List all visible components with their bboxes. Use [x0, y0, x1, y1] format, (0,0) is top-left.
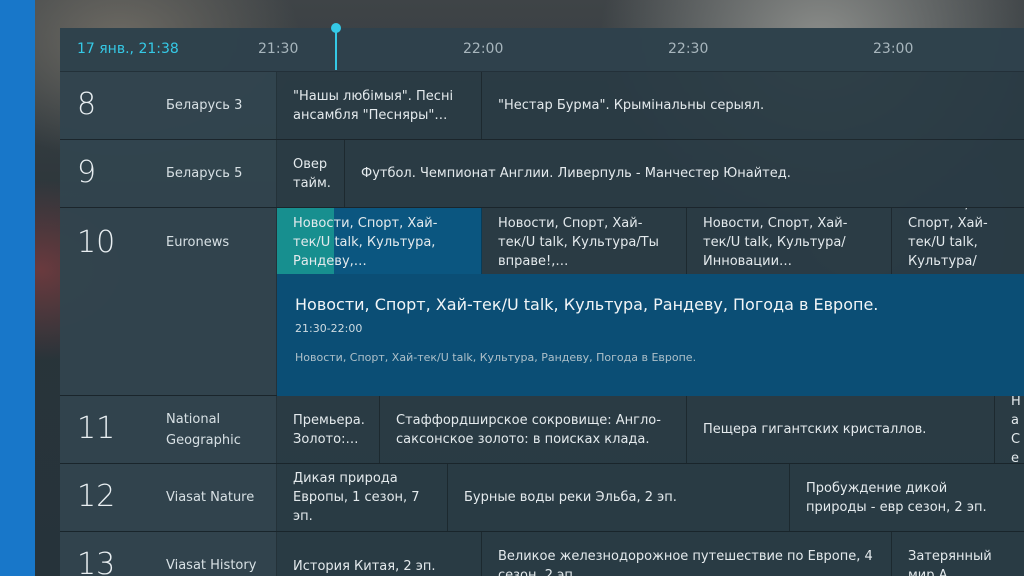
channel-row-8: 8 Беларусь 3 "Нашы любімыя". Песні ансам… — [60, 72, 1024, 140]
channel-number: 13 — [77, 547, 116, 576]
program-title: Дикая природа Европы, 1 сезон, 7 эп. — [293, 471, 420, 524]
channel-info[interactable]: 13 Viasat History — [60, 532, 277, 576]
program-title: Премьера. Золото:… — [293, 412, 365, 447]
program-cell[interactable]: Пробуждение дикой природы - евр сезон, 2… — [790, 464, 1024, 531]
program-title: Пещера гигантских кристаллов. — [703, 422, 927, 437]
channel-name: Viasat Nature — [166, 490, 255, 505]
channel-number: 10 — [77, 225, 116, 260]
program-cell-selected[interactable]: Новости, Спорт, Хай-тек/U talk, Культура… — [277, 208, 482, 276]
program-title: Бурные воды реки Эльба, 2 эп. — [464, 490, 677, 505]
program-cell[interactable]: Стаффордширское сокровище: Англо-саксонс… — [380, 396, 687, 463]
program-title: История Китая, 2 эп. — [293, 558, 436, 574]
program-title: Новости, Спорт, Хай-тек/U talk, Культура… — [498, 215, 659, 269]
program-cell[interactable]: Овер тайм. — [277, 140, 345, 207]
channel-info[interactable]: 11 National Geographic — [60, 396, 277, 463]
time-slot: 23:00 — [873, 41, 914, 57]
program-title: Новости, Спорт, Хай-тек/U talk, Культура… — [293, 215, 438, 269]
program-cell[interactable]: "Нашы любімыя". Песні ансамбля "Песняры"… — [277, 72, 482, 139]
program-cell[interactable]: Новости, Спорт, Хай-тек/U talk, Культура… — [687, 208, 892, 276]
channel-info[interactable]: 9 Беларусь 5 — [60, 140, 277, 207]
program-cell[interactable]: Премьера. Золото:… — [277, 396, 380, 463]
program-cell[interactable]: Дикая природа Европы, 1 сезон, 7 эп. — [277, 464, 448, 531]
channel-name: Беларусь 3 — [166, 98, 243, 113]
timeline-header: 17 янв., 21:38 21:30 22:00 22:30 23:00 — [60, 23, 1024, 72]
detail-description: Новости, Спорт, Хай-тек/U talk, Культура… — [295, 351, 697, 364]
channel-info[interactable]: 10 Euronews — [60, 208, 277, 395]
program-title: Пробуждение дикой природы - евр сезон, 2… — [806, 480, 987, 515]
current-time-indicator — [335, 28, 337, 70]
time-slot: 22:00 — [463, 41, 504, 57]
program-cell[interactable]: На Се — [995, 396, 1024, 463]
channel-number: 11 — [77, 411, 116, 446]
program-title: Овер тайм. — [293, 156, 331, 191]
channel-number: 8 — [77, 87, 97, 122]
program-title: "Нестар Бурма". Крымінальны серыял. — [498, 98, 765, 113]
program-cell[interactable]: Затерянный мир А — [892, 532, 1024, 576]
program-cell[interactable]: История Китая, 2 эп. — [277, 532, 482, 576]
detail-title: Новости, Спорт, Хай-тек/U talk, Культура… — [295, 295, 879, 314]
program-title: На Се — [1011, 396, 1021, 463]
channel-row-11: 11 National Geographic Премьера. Золото:… — [60, 396, 1024, 464]
program-title: Великое железнодорожное путешествие по Е… — [498, 549, 873, 576]
program-title: Футбол. Чемпионат Англии. Ливерпуль - Ма… — [361, 166, 791, 181]
program-cell[interactable]: Новости, Спорт, Хай-тек/U talk, Культура… — [892, 208, 1024, 276]
channel-number: 12 — [77, 479, 116, 514]
current-time-dot — [331, 23, 341, 33]
program-cell[interactable]: Футбол. Чемпионат Англии. Ливерпуль - Ма… — [345, 140, 1024, 207]
channel-number: 9 — [77, 155, 97, 190]
program-cell[interactable]: Новости, Спорт, Хай-тек/U talk, Культура… — [482, 208, 687, 276]
program-title: "Нашы любімыя". Песні ансамбля "Песняры"… — [293, 88, 454, 123]
current-date-time: 17 янв., 21:38 — [77, 41, 179, 57]
program-title: Новости, Спорт, Хай-тек/U talk, Культура… — [908, 208, 988, 276]
channel-name: Euronews — [166, 235, 230, 250]
program-cell[interactable]: "Нестар Бурма". Крымінальны серыял. — [482, 72, 1024, 139]
channel-info[interactable]: 8 Беларусь 3 — [60, 72, 277, 139]
program-detail-panel: Новости, Спорт, Хай-тек/U talk, Культура… — [277, 274, 1024, 396]
channel-row-12: 12 Viasat Nature Дикая природа Европы, 1… — [60, 464, 1024, 532]
program-title: Стаффордширское сокровище: Англо-саксонс… — [396, 412, 661, 447]
channel-row-9: 9 Беларусь 5 Овер тайм. Футбол. Чемпиона… — [60, 140, 1024, 208]
tv-program-guide: 17 янв., 21:38 21:30 22:00 22:30 23:00 8… — [60, 23, 1024, 576]
channel-name: Беларусь 5 — [166, 166, 243, 181]
channel-name: National Geographic — [166, 412, 241, 448]
program-cell[interactable]: Бурные воды реки Эльба, 2 эп. — [448, 464, 790, 531]
channel-name: Viasat History — [166, 558, 257, 573]
program-cell[interactable]: Великое железнодорожное путешествие по Е… — [482, 532, 892, 576]
program-title: Новости, Спорт, Хай-тек/U talk, Культура… — [703, 215, 848, 269]
channel-row-13: 13 Viasat History История Китая, 2 эп. В… — [60, 532, 1024, 576]
channel-info[interactable]: 12 Viasat Nature — [60, 464, 277, 531]
program-title: Затерянный мир А — [908, 549, 992, 576]
detail-time: 21:30-22:00 — [295, 322, 363, 335]
time-slot: 22:30 — [668, 41, 709, 57]
program-cell[interactable]: Пещера гигантских кристаллов. — [687, 396, 995, 463]
left-accent-bar — [0, 0, 35, 576]
time-slot: 21:30 — [258, 41, 299, 57]
